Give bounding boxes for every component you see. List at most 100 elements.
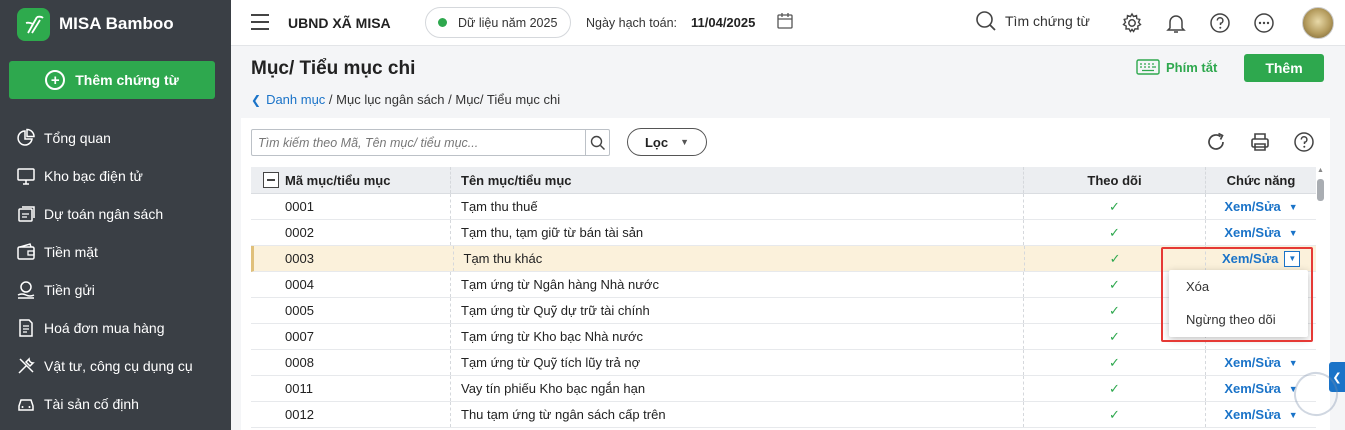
table-row[interactable]: 0012 Thu tạm ứng từ ngân sách cấp trên ✓… bbox=[251, 402, 1316, 428]
checkmark-icon: ✓ bbox=[1109, 328, 1120, 344]
table-row[interactable]: 0002 Tạm thu, tạm giữ từ bán tài sản ✓ X… bbox=[251, 220, 1316, 246]
shortcut-label: Phím tắt bbox=[1166, 59, 1218, 75]
menu-item-stop-tracking[interactable]: Ngừng theo dõi bbox=[1169, 303, 1308, 336]
cell-code: 0007 bbox=[285, 329, 314, 344]
scroll-up-icon[interactable]: ▲ bbox=[1316, 167, 1325, 174]
sidebar-item-treasury[interactable]: Kho bạc điện tử bbox=[0, 157, 231, 195]
view-edit-label: Xem/Sửa bbox=[1224, 355, 1281, 370]
checkmark-icon: ✓ bbox=[1109, 198, 1120, 214]
breadcrumb-path: / Mục lục ngân sách / Mục/ Tiểu mục chi bbox=[325, 92, 561, 107]
view-edit-link[interactable]: Xem/Sửa ▼ bbox=[1224, 225, 1297, 240]
sidebar-item-deposit[interactable]: Tiền gửi bbox=[0, 271, 231, 309]
cell-code: 0012 bbox=[285, 407, 314, 422]
cell-name: Tạm ứng từ Quỹ tích lũy trả nợ bbox=[450, 350, 1023, 375]
print-icon[interactable] bbox=[1249, 131, 1271, 153]
chevron-left-icon: ❮ bbox=[251, 92, 262, 107]
table-row[interactable]: 0001 Tạm thu thuế ✓ Xem/Sửa ▼ bbox=[251, 194, 1316, 220]
cell-name: Tạm ứng từ Ngân hàng Nhà nước bbox=[450, 272, 1023, 297]
breadcrumb: ❮ Danh mục / Mục lục ngân sách / Mục/ Ti… bbox=[251, 92, 560, 107]
sidebar-item-budget[interactable]: Dự toán ngân sách bbox=[0, 195, 231, 233]
grid-search-button[interactable] bbox=[585, 130, 609, 155]
search-icon bbox=[976, 11, 996, 31]
table-header: Mã mục/tiểu mục Tên mục/tiểu mục Theo dõ… bbox=[251, 167, 1316, 194]
grid-search-input[interactable] bbox=[252, 130, 582, 155]
sidebar-nav: Tổng quan Kho bạc điện tử Dự toán ngân s… bbox=[0, 119, 231, 423]
cell-name: Thu tạm ứng từ ngân sách cấp trên bbox=[450, 402, 1023, 427]
table-row[interactable]: 0004 Tạm ứng từ Ngân hàng Nhà nước ✓ bbox=[251, 272, 1316, 298]
table-row[interactable]: 0008 Tạm ứng từ Quỹ tích lũy trả nợ ✓ Xe… bbox=[251, 350, 1316, 376]
calendar-icon[interactable] bbox=[776, 12, 794, 30]
table-row[interactable]: 0007 Tạm ứng từ Kho bạc Nhà nước ✓ bbox=[251, 324, 1316, 350]
page-title: Mục/ Tiểu mục chi bbox=[251, 58, 416, 79]
pie-chart-icon bbox=[17, 128, 35, 146]
column-header-name: Tên mục/tiểu mục bbox=[450, 167, 1023, 193]
view-edit-link[interactable]: Xem/Sửa ▼ bbox=[1224, 381, 1297, 396]
invoice-icon bbox=[19, 319, 33, 337]
help-icon[interactable] bbox=[1209, 12, 1231, 34]
gear-icon[interactable] bbox=[1121, 12, 1143, 34]
breadcrumb-catalog-link[interactable]: Danh mục bbox=[266, 92, 325, 107]
bell-icon[interactable] bbox=[1165, 12, 1187, 34]
sidebar-item-label: Tài sản cố định bbox=[44, 396, 139, 412]
filter-button[interactable]: Lọc ▼ bbox=[627, 128, 707, 156]
sidebar-item-label: Tiền mặt bbox=[44, 244, 98, 260]
shortcut-button[interactable]: Phím tắt bbox=[1136, 59, 1217, 75]
view-edit-link[interactable]: Xem/Sửa ▼ bbox=[1224, 199, 1297, 214]
cell-code: 0001 bbox=[285, 199, 314, 214]
add-button[interactable]: Thêm bbox=[1244, 54, 1324, 82]
add-voucher-button[interactable]: + Thêm chứng từ bbox=[9, 61, 215, 99]
sidebar-item-invoice[interactable]: Hoá đơn mua hàng bbox=[0, 309, 231, 347]
caret-down-icon[interactable]: ▼ bbox=[1289, 202, 1298, 212]
sidebar-item-cash[interactable]: Tiền mặt bbox=[0, 233, 231, 271]
status-dot-icon bbox=[438, 18, 447, 27]
select-all-checkbox[interactable] bbox=[263, 172, 279, 188]
help-icon[interactable] bbox=[1293, 131, 1315, 153]
cell-code: 0004 bbox=[285, 277, 314, 292]
caret-down-icon[interactable]: ▼ bbox=[1284, 250, 1301, 267]
cell-name: Tạm thu thuế bbox=[450, 194, 1023, 219]
avatar[interactable] bbox=[1302, 7, 1334, 39]
cell-name: Tạm ứng từ Quỹ dự trữ tài chính bbox=[450, 298, 1023, 323]
view-edit-label: Xem/Sửa bbox=[1224, 199, 1281, 214]
sidebar-item-label: Kho bạc điện tử bbox=[44, 168, 143, 184]
org-name: UBND XÃ MISA bbox=[288, 15, 391, 31]
scrollbar-thumb[interactable] bbox=[1317, 179, 1324, 201]
more-options-icon[interactable] bbox=[1253, 12, 1275, 34]
sidebar-item-label: Dự toán ngân sách bbox=[44, 206, 164, 222]
budget-items-table: Mã mục/tiểu mục Tên mục/tiểu mục Theo dõ… bbox=[251, 167, 1316, 428]
table-row[interactable]: 0011 Vay tín phiếu Kho bạc ngắn hạn ✓ Xe… bbox=[251, 376, 1316, 402]
cell-code: 0005 bbox=[285, 303, 314, 318]
menu-item-delete[interactable]: Xóa bbox=[1169, 270, 1308, 303]
view-edit-link[interactable]: Xem/Sửa ▼ bbox=[1222, 250, 1301, 267]
checkmark-icon: ✓ bbox=[1109, 224, 1120, 240]
cell-code: 0003 bbox=[285, 251, 314, 266]
refresh-icon[interactable] bbox=[1205, 131, 1227, 153]
caret-down-icon[interactable]: ▼ bbox=[1289, 228, 1298, 238]
row-actions-menu: Xóa Ngừng theo dõi bbox=[1169, 270, 1308, 337]
cell-code: 0011 bbox=[285, 381, 313, 396]
bamboo-logo-icon bbox=[17, 7, 50, 41]
grid-search-box bbox=[251, 129, 610, 156]
sidebar-item-label: Tiền gửi bbox=[44, 282, 95, 298]
deposit-icon bbox=[17, 281, 35, 299]
view-edit-link[interactable]: Xem/Sửa ▼ bbox=[1224, 355, 1297, 370]
menu-icon[interactable] bbox=[251, 14, 269, 30]
brand[interactable]: MISA Bamboo bbox=[0, 0, 231, 48]
sidebar-item-overview[interactable]: Tổng quan bbox=[0, 119, 231, 157]
sidebar-item-fixed-assets[interactable]: Tài sản cố định bbox=[0, 385, 231, 423]
table-row[interactable]: 0005 Tạm ứng từ Quỹ dự trữ tài chính ✓ bbox=[251, 298, 1316, 324]
search-icon bbox=[590, 135, 605, 150]
checkmark-icon: ✓ bbox=[1109, 380, 1120, 396]
cell-code: 0002 bbox=[285, 225, 314, 240]
view-edit-link[interactable]: Xem/Sửa ▼ bbox=[1224, 407, 1297, 422]
voucher-search[interactable]: Tìm chứng từ bbox=[975, 10, 1090, 32]
column-header-label: Mã mục/tiểu mục bbox=[285, 172, 391, 188]
data-year-selector[interactable]: Dữ liệu năm 2025 bbox=[425, 7, 571, 38]
caret-down-icon[interactable]: ▼ bbox=[1289, 410, 1298, 420]
caret-down-icon[interactable]: ▼ bbox=[1289, 358, 1298, 368]
table-row-selected[interactable]: 0003 Tạm thu khác ✓ Xem/Sửa ▼ bbox=[251, 246, 1316, 272]
cell-name: Tạm thu khác bbox=[452, 246, 1024, 271]
cell-name: Vay tín phiếu Kho bạc ngắn hạn bbox=[450, 376, 1023, 401]
sidebar-item-materials[interactable]: Vật tư, công cụ dụng cụ bbox=[0, 347, 231, 385]
accounting-date-value[interactable]: 11/04/2025 bbox=[691, 15, 755, 30]
